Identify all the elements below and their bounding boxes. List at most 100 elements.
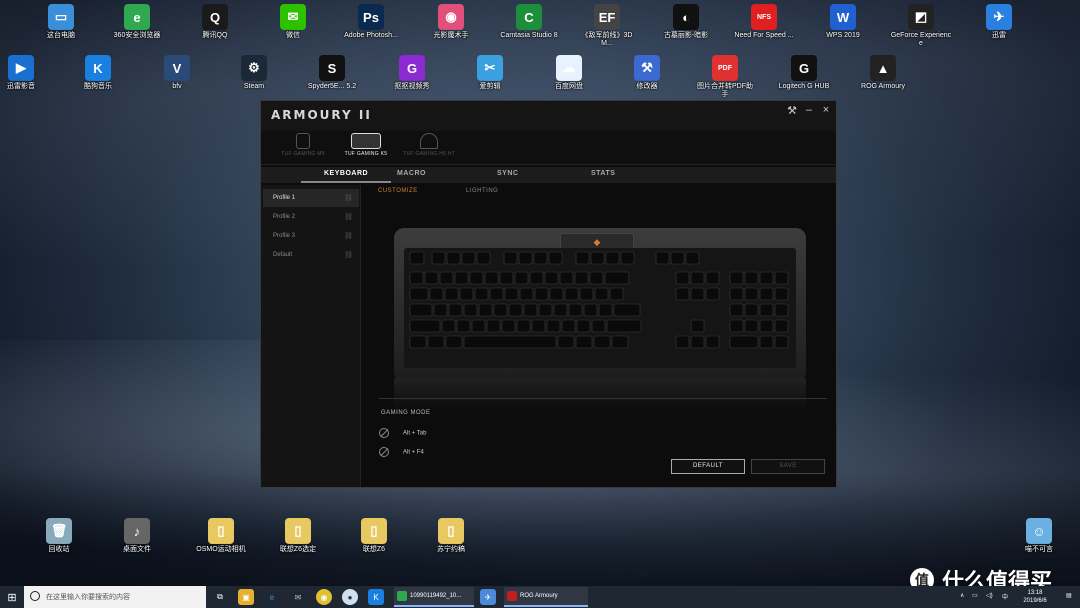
keyboard-key[interactable]: [441, 319, 456, 333]
keyboard-key[interactable]: [514, 271, 529, 285]
keyboard-key[interactable]: [690, 287, 705, 301]
link-icon[interactable]: ⛓: [344, 213, 353, 221]
save-button[interactable]: SAVE: [751, 459, 825, 474]
keyboard-key[interactable]: [493, 303, 508, 317]
desktop-shortcut[interactable]: Ps Adobe Photosh...: [340, 4, 402, 40]
taskbar-app-rog[interactable]: ROG Armoury: [504, 587, 588, 607]
subtab-lighting[interactable]: LIGHTING: [466, 188, 498, 194]
keyboard-key[interactable]: [744, 287, 759, 301]
keyboard-key[interactable]: [461, 251, 476, 265]
store-icon[interactable]: ▣: [238, 589, 254, 605]
keyboard-key[interactable]: [690, 335, 705, 349]
keyboard-key[interactable]: [519, 287, 534, 301]
desktop-shortcut[interactable]: ▲ ROG Armoury: [852, 55, 914, 91]
keyboard-key[interactable]: [590, 251, 605, 265]
keyboard-key[interactable]: [508, 303, 523, 317]
keyboard-key[interactable]: [534, 287, 549, 301]
keyboard-key[interactable]: [759, 303, 774, 317]
keyboard-key[interactable]: [568, 303, 583, 317]
keyboard-key[interactable]: [409, 251, 425, 265]
keyboard-key[interactable]: [685, 251, 700, 265]
keyboard-key[interactable]: [598, 303, 613, 317]
desktop-shortcut[interactable]: ▯ 联想Z6选定: [267, 518, 329, 554]
keyboard-key[interactable]: [774, 271, 789, 285]
keyboard-key[interactable]: [690, 319, 705, 333]
thunder-taskbar-icon[interactable]: ✈: [480, 589, 496, 605]
keyboard-key[interactable]: [593, 335, 611, 349]
keyboard-key[interactable]: [548, 251, 563, 265]
chrome-icon[interactable]: ◉: [316, 589, 332, 605]
settings-wrench-icon[interactable]: ⚒: [785, 104, 799, 117]
keyboard-key[interactable]: [759, 271, 774, 285]
clock[interactable]: 13:18 2019/6/6: [1015, 589, 1055, 605]
minimize-icon[interactable]: –: [802, 104, 816, 116]
subtab-customize[interactable]: CUSTOMIZE: [378, 188, 418, 194]
desktop-shortcut[interactable]: C Camtasia Studio 8: [498, 4, 560, 40]
taskbar-search[interactable]: 在这里输入你要搜索的内容: [24, 586, 206, 608]
keyboard-key[interactable]: [463, 303, 478, 317]
keyboard-key[interactable]: [429, 287, 444, 301]
keyboard-key[interactable]: [729, 287, 744, 301]
keyboard-key[interactable]: [744, 271, 759, 285]
keyboard-key[interactable]: [439, 271, 454, 285]
keyboard-key[interactable]: [433, 303, 448, 317]
desktop-shortcut[interactable]: ✂ 爱剪辑: [459, 55, 521, 91]
desktop-shortcut[interactable]: EF 《敌军前线》3DM...: [576, 4, 638, 48]
keyboard-key[interactable]: [583, 303, 598, 317]
keyboard-key[interactable]: [409, 335, 427, 349]
ime-indicator[interactable]: 中: [1002, 592, 1008, 601]
start-button[interactable]: ⊞: [0, 586, 24, 608]
keyboard-key[interactable]: [431, 251, 446, 265]
keyboard-key[interactable]: [705, 335, 720, 349]
desktop-shortcut[interactable]: ⚙ Steam: [223, 55, 285, 91]
keyboard-key[interactable]: [611, 335, 629, 349]
keyboard-key[interactable]: [409, 271, 424, 285]
keyboard-key[interactable]: [605, 251, 620, 265]
keyboard-key[interactable]: [729, 303, 744, 317]
keyboard-key[interactable]: [476, 251, 491, 265]
keyboard-key[interactable]: [729, 335, 759, 349]
keyboard-key[interactable]: [501, 319, 516, 333]
close-icon[interactable]: ×: [819, 104, 833, 116]
profile-item[interactable]: Default ⛓: [263, 246, 359, 264]
keyboard-key[interactable]: [529, 271, 544, 285]
desktop-shortcut[interactable]: W WPS 2019: [812, 4, 874, 40]
gaming-mode-alt-f4[interactable]: Alt + F4: [379, 447, 424, 457]
keyboard-key[interactable]: [531, 319, 546, 333]
keyboard-key[interactable]: [744, 303, 759, 317]
network-icon[interactable]: ▭: [972, 592, 978, 599]
keyboard-key[interactable]: [675, 271, 690, 285]
keyboard-key[interactable]: [504, 287, 519, 301]
profile-item[interactable]: Profile 1 ⛓: [263, 189, 359, 207]
desktop-shortcut[interactable]: NFS Need For Speed ...: [733, 4, 795, 40]
keyboard-key[interactable]: [518, 251, 533, 265]
keyboard-key[interactable]: [575, 335, 593, 349]
keyboard-key[interactable]: [675, 287, 690, 301]
keyboard-keys[interactable]: [404, 248, 796, 368]
title-bar[interactable]: ARMOURY II ⚒ – ×: [261, 101, 836, 131]
desktop-shortcut[interactable]: ◩ GeForce Experience: [890, 4, 952, 48]
profile-item[interactable]: Profile 3 ⛓: [263, 227, 359, 245]
keyboard-key[interactable]: [445, 335, 463, 349]
keyboard-key[interactable]: [759, 319, 774, 333]
desktop-shortcut[interactable]: ▯ 苏宁约稿: [420, 518, 482, 554]
default-button[interactable]: DEFAULT: [671, 459, 745, 474]
desktop-shortcut[interactable]: K 酷狗音乐: [67, 55, 129, 91]
disabled-icon[interactable]: [379, 447, 389, 457]
desktop-shortcut[interactable]: 🗑 回收站: [28, 518, 90, 554]
desktop-shortcut[interactable]: PDF 图片合并转PDF助手: [694, 55, 756, 99]
keyboard-key[interactable]: [561, 319, 576, 333]
keyboard-key[interactable]: [424, 271, 439, 285]
keyboard-key[interactable]: [444, 287, 459, 301]
keyboard-key[interactable]: [705, 271, 720, 285]
desktop-shortcut[interactable]: ▯ 联想Z6: [343, 518, 405, 554]
desktop-shortcut[interactable]: ♪ 桌面文件: [106, 518, 168, 554]
keyboard-key[interactable]: [774, 335, 789, 349]
keyboard-key[interactable]: [409, 287, 429, 301]
keyboard-key[interactable]: [690, 271, 705, 285]
taskbar-app-wechat-file[interactable]: 10990119492_10...: [394, 587, 474, 607]
keyboard-key[interactable]: [575, 251, 590, 265]
device-keyboard[interactable]: TUF GAMING K5: [336, 133, 396, 157]
keyboard-key[interactable]: [456, 319, 471, 333]
keyboard-key[interactable]: [670, 251, 685, 265]
